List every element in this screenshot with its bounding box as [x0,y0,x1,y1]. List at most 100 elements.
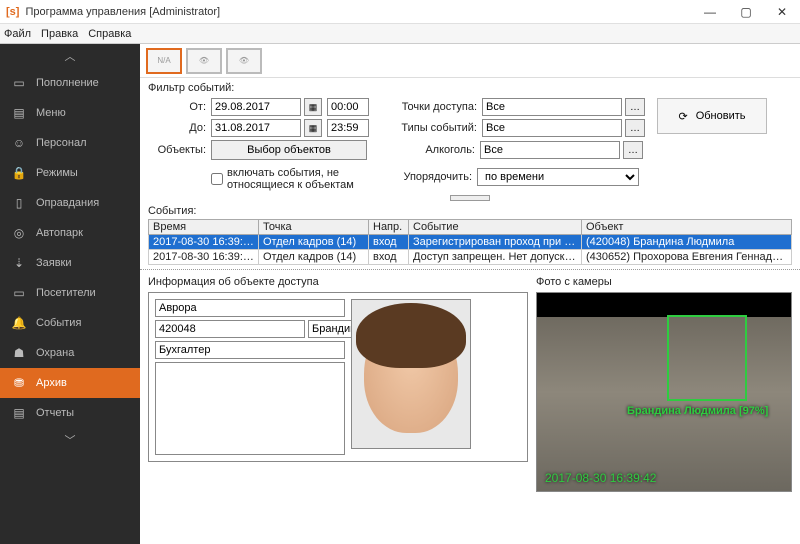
event-types-browse-button[interactable]: … [625,119,645,137]
horizontal-splitter[interactable] [140,193,800,203]
sidebar-item-menu[interactable]: ▤ Меню [0,98,140,128]
access-points-label: Точки доступа: [399,101,479,113]
camera-thumbnails: N/A 👁 👁 [140,44,800,78]
filter-label: Фильтр событий: [148,82,792,94]
cell-event: Доступ запрещен. Нет допуска на точку до… [409,250,582,265]
sidebar-item-label: События [36,317,81,329]
menu-edit[interactable]: Правка [41,28,78,40]
object-info-panel: Информация об объекте доступа [148,276,528,538]
info-position-field[interactable] [155,341,345,359]
sidebar-item-modes[interactable]: 🔒 Режимы [0,158,140,188]
sidebar-scroll-down[interactable]: ﹀ [0,428,140,452]
sidebar-item-autopark[interactable]: ◎ Автопарк [0,218,140,248]
col-time[interactable]: Время [149,220,259,235]
camera-frame: Брандина Людмила [97%] 2017-08-30 16:39:… [536,292,792,492]
col-object[interactable]: Объект [582,220,792,235]
info-panel-title: Информация об объекте доступа [148,276,528,288]
sidebar-item-label: Пополнение [36,77,99,89]
access-points-field[interactable] [482,98,622,116]
sidebar-item-label: Заявки [36,257,72,269]
face-recognition-label: Брандина Людмила [97%] [627,405,768,417]
menu-bar: Файл Правка Справка [0,24,800,44]
sidebar-item-visitors[interactable]: ▭ Посетители [0,278,140,308]
sort-select[interactable]: по времени [477,168,639,186]
minimize-button[interactable]: — [692,0,728,24]
camera-panel: Фото с камеры Брандина Людмила [97%] 201… [536,276,792,538]
refresh-button[interactable]: ⟳ Обновить [657,98,767,134]
filter-section: Фильтр событий: От: ▦ Точки доступа: … [140,78,800,193]
window-titlebar: [s] Программа управления [Administrator]… [0,0,800,24]
table-row[interactable]: 2017-08-30 16:39:42 Отдел кадров (14) вх… [149,235,792,250]
from-date-calendar-button[interactable]: ▦ [304,98,322,116]
info-code-field[interactable] [155,320,305,338]
people-icon: ☺ [12,136,26,150]
sidebar-item-label: Отчеты [36,407,74,419]
alcohol-browse-button[interactable]: … [623,141,643,159]
sidebar-item-archive[interactable]: ⛃ Архив [0,368,140,398]
col-direction[interactable]: Напр. [369,220,409,235]
sidebar-item-excuses[interactable]: ▯ Оправдания [0,188,140,218]
sidebar-item-reports[interactable]: ▤ Отчеты [0,398,140,428]
wallet-icon: ▭ [12,76,26,90]
include-unrelated-checkbox[interactable] [211,173,223,185]
from-date-input[interactable] [211,98,301,116]
cell-object: (420048) Брандина Людмила [582,235,792,250]
sidebar-item-label: Оправдания [36,197,99,209]
from-time-input[interactable] [327,98,369,116]
to-time-input[interactable] [327,119,369,137]
to-date-calendar-button[interactable]: ▦ [304,119,322,137]
thumbnail-3[interactable]: 👁 [226,48,262,74]
sidebar-scroll-up[interactable]: ︿ [0,44,140,68]
sidebar-item-label: Автопарк [36,227,83,239]
events-label: События: [148,205,792,217]
sort-label: Упорядочить: [394,171,474,183]
person-photo [364,315,458,433]
close-button[interactable]: ✕ [764,0,800,24]
info-notes-field[interactable] [155,362,345,455]
cell-direction: вход [369,250,409,265]
window-title: Программа управления [Administrator] [25,6,692,18]
sidebar: ︿ ▭ Пополнение ▤ Меню ☺ Персонал 🔒 Режим… [0,44,140,544]
content-area: N/A 👁 👁 Фильтр событий: От: ▦ Точки дост… [140,44,800,544]
event-types-field[interactable] [482,119,622,137]
event-types-label: Типы событий: [399,122,479,134]
report-icon: ▤ [12,406,26,420]
refresh-label: Обновить [696,110,746,122]
access-points-browse-button[interactable]: … [625,98,645,116]
col-point[interactable]: Точка [259,220,369,235]
sidebar-item-events[interactable]: 🔔 События [0,308,140,338]
sidebar-item-security[interactable]: ☗ Охрана [0,338,140,368]
sidebar-item-toplenie[interactable]: ▭ Пополнение [0,68,140,98]
choose-objects-button[interactable]: Выбор объектов [211,140,367,160]
include-unrelated-label: включать события, не относящиеся к объек… [227,167,391,191]
cell-time: 2017-08-30 16:39:43 [149,250,259,265]
cell-event: Зарегистрирован проход при открытой две… [409,235,582,250]
to-date-input[interactable] [211,119,301,137]
info-company-field[interactable] [155,299,345,317]
maximize-button[interactable]: ▢ [728,0,764,24]
cell-time: 2017-08-30 16:39:42 [149,235,259,250]
sidebar-item-personnel[interactable]: ☺ Персонал [0,128,140,158]
thumbnail-2[interactable]: 👁 [186,48,222,74]
from-label: От: [148,101,208,113]
id-icon: ▭ [12,286,26,300]
cell-point: Отдел кадров (14) [259,235,369,250]
archive-icon: ⛃ [12,376,26,390]
events-header-row: Время Точка Напр. Событие Объект [149,220,792,235]
avatar [351,299,471,449]
cell-object: (430652) Прохорова Евгения Геннадьевна [582,250,792,265]
col-event[interactable]: Событие [409,220,582,235]
cell-direction: вход [369,235,409,250]
thumbnail-1[interactable]: N/A [146,48,182,74]
menu-file[interactable]: Файл [4,28,31,40]
face-bounding-box [667,315,747,401]
sidebar-item-requests[interactable]: ⇣ Заявки [0,248,140,278]
cell-point: Отдел кадров (14) [259,250,369,265]
menu-help[interactable]: Справка [88,28,131,40]
app-icon: [s] [6,6,19,18]
events-table: Время Точка Напр. Событие Объект 2017-08… [148,219,792,265]
alcohol-field[interactable] [480,141,620,159]
table-row[interactable]: 2017-08-30 16:39:43 Отдел кадров (14) вх… [149,250,792,265]
sidebar-item-label: Архив [36,377,67,389]
camera-scene [537,293,791,491]
